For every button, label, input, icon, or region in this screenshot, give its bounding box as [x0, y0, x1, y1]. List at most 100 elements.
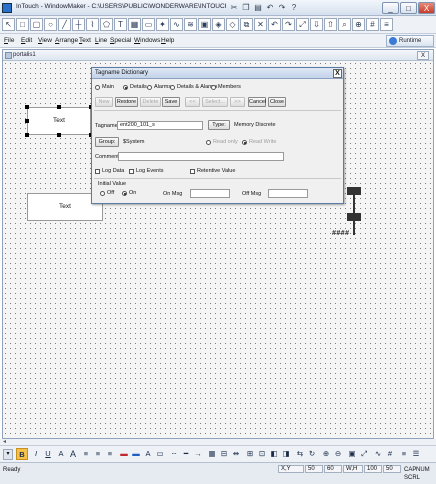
radio-main[interactable]: Main [95, 83, 114, 91]
realtime-trend-icon[interactable]: ∿ [170, 18, 183, 31]
script-icon[interactable]: ≡ [398, 448, 410, 460]
pointer-icon[interactable]: ↖ [2, 18, 15, 31]
zoom-icon[interactable]: ⊕ [352, 18, 365, 31]
radio-initial-on[interactable]: On [122, 189, 136, 197]
undo-icon[interactable]: ↶ [265, 2, 275, 13]
group-icon[interactable]: ⊞ [244, 448, 256, 460]
zoom-out-icon[interactable]: ⊖ [332, 448, 344, 460]
script-icon[interactable]: ≡ [380, 18, 393, 31]
undo-icon[interactable]: ↶ [268, 18, 281, 31]
radio-members[interactable]: Members [211, 83, 241, 91]
delete-icon[interactable]: ✕ [254, 18, 267, 31]
retentive-value-checkbox[interactable]: Retentive Value [190, 167, 235, 175]
menu-windows[interactable]: Windows [134, 37, 160, 44]
front-icon[interactable]: ◧ [268, 448, 280, 460]
tagname-icon[interactable]: # [366, 18, 379, 31]
text-object[interactable]: Text [27, 107, 91, 135]
paste-icon[interactable]: ▤ [253, 2, 263, 13]
reshape-icon[interactable]: ⤢ [358, 448, 370, 460]
maximize-button[interactable]: □ [400, 2, 417, 14]
polygon-icon[interactable]: ⬠ [100, 18, 113, 31]
menu-edit[interactable]: Edit [21, 37, 32, 44]
cut-icon[interactable]: ✂ [229, 2, 239, 13]
value-display[interactable]: #### [332, 230, 350, 237]
font-grow-icon[interactable]: A [67, 448, 79, 460]
find-icon[interactable]: ⌕ [338, 18, 351, 31]
radio-initial-off[interactable]: Off [100, 189, 114, 197]
minimize-button[interactable]: _ [382, 2, 399, 14]
log-events-checkbox[interactable]: Log Events [129, 167, 164, 175]
copy-icon[interactable]: ❐ [241, 2, 251, 13]
close-button[interactable]: X [418, 2, 435, 14]
previous-button[interactable]: << [185, 97, 200, 107]
arrow-icon[interactable]: → [192, 448, 204, 460]
tagname-field[interactable]: ent200_101_s [117, 121, 203, 130]
help-icon[interactable]: ? [289, 2, 299, 13]
type-button[interactable]: Type: [208, 120, 230, 130]
wizard-icon[interactable]: ✦ [156, 18, 169, 31]
rounded-rectangle-icon[interactable]: ▢ [30, 18, 43, 31]
group-button[interactable]: Group: [95, 137, 119, 147]
text-color-icon[interactable]: A [142, 448, 154, 460]
off-msg-field[interactable] [268, 189, 308, 198]
rectangle-icon[interactable]: □ [16, 18, 29, 31]
symbol-icon[interactable]: ◈ [212, 18, 225, 31]
italic-icon[interactable]: I [30, 448, 42, 460]
selection-handle[interactable] [57, 105, 61, 109]
align-left-icon[interactable]: ≡ [80, 448, 92, 460]
menu-view[interactable]: View [38, 37, 52, 44]
ellipse-icon[interactable]: ○ [44, 18, 57, 31]
selection-handle[interactable] [25, 133, 29, 137]
selection-handle[interactable] [57, 133, 61, 137]
align-right-icon[interactable]: ≡ [104, 448, 116, 460]
duplicate-icon[interactable]: ⧉ [240, 18, 253, 31]
cell-icon[interactable]: ▣ [198, 18, 211, 31]
rotate-icon[interactable]: ↻ [306, 448, 318, 460]
grid-icon[interactable]: ▦ [206, 448, 218, 460]
line-color-icon[interactable]: ▬ [118, 448, 130, 460]
redo-icon[interactable]: ↷ [282, 18, 295, 31]
selection-handle[interactable] [25, 105, 29, 109]
menu-help[interactable]: Help [161, 37, 174, 44]
line-style-icon[interactable]: ┄ [168, 448, 180, 460]
button-icon[interactable]: ▭ [142, 18, 155, 31]
properties-icon[interactable]: ☰ [410, 448, 422, 460]
historical-trend-icon[interactable]: ≋ [184, 18, 197, 31]
ungroup-icon[interactable]: ⊡ [256, 448, 268, 460]
scroll-left-icon[interactable]: ◂ [3, 438, 6, 445]
radio-details[interactable]: Details [123, 83, 147, 91]
menu-arrange[interactable]: Arrange [55, 37, 78, 44]
delete-button[interactable]: Delete [140, 97, 161, 107]
cancel-button[interactable]: Cancel [248, 97, 266, 107]
dialog-close-button[interactable]: X [333, 69, 342, 78]
window-color-icon[interactable]: ▭ [154, 448, 166, 460]
tag-icon[interactable]: # [384, 448, 396, 460]
space-icon[interactable]: ⇹ [230, 448, 242, 460]
selection-handle[interactable] [25, 119, 29, 123]
break-cell-icon[interactable]: ◇ [226, 18, 239, 31]
radio-alarms[interactable]: Alarms [147, 83, 171, 91]
align-center-icon[interactable]: ≡ [92, 448, 104, 460]
radio-read-write[interactable]: Read Write [242, 138, 276, 146]
underline-icon[interactable]: U [42, 448, 54, 460]
bitmap-icon[interactable]: ▦ [128, 18, 141, 31]
close-dialog-button[interactable]: Close [268, 97, 286, 107]
new-button[interactable]: New [95, 97, 113, 107]
menu-text[interactable]: Text [79, 37, 91, 44]
menu-file[interactable]: File [4, 37, 15, 44]
fill-color-icon[interactable]: ▬ [130, 448, 142, 460]
line-width-icon[interactable]: ━ [180, 448, 192, 460]
export-icon[interactable]: ⇧ [324, 18, 337, 31]
reshape-icon[interactable]: ⤢ [296, 18, 309, 31]
zoom-in-icon[interactable]: ⊕ [320, 448, 332, 460]
bold-icon[interactable]: B [16, 448, 28, 460]
comment-field[interactable] [118, 152, 284, 161]
save-button[interactable]: Save [162, 97, 180, 107]
import-icon[interactable]: ⇩ [310, 18, 323, 31]
text-icon[interactable]: T [114, 18, 127, 31]
select-button[interactable]: Select... [202, 97, 228, 107]
smooth-icon[interactable]: ∿ [372, 448, 384, 460]
menu-special[interactable]: Special [110, 37, 131, 44]
redo-icon[interactable]: ↷ [277, 2, 287, 13]
cell-icon[interactable]: ▣ [346, 448, 358, 460]
